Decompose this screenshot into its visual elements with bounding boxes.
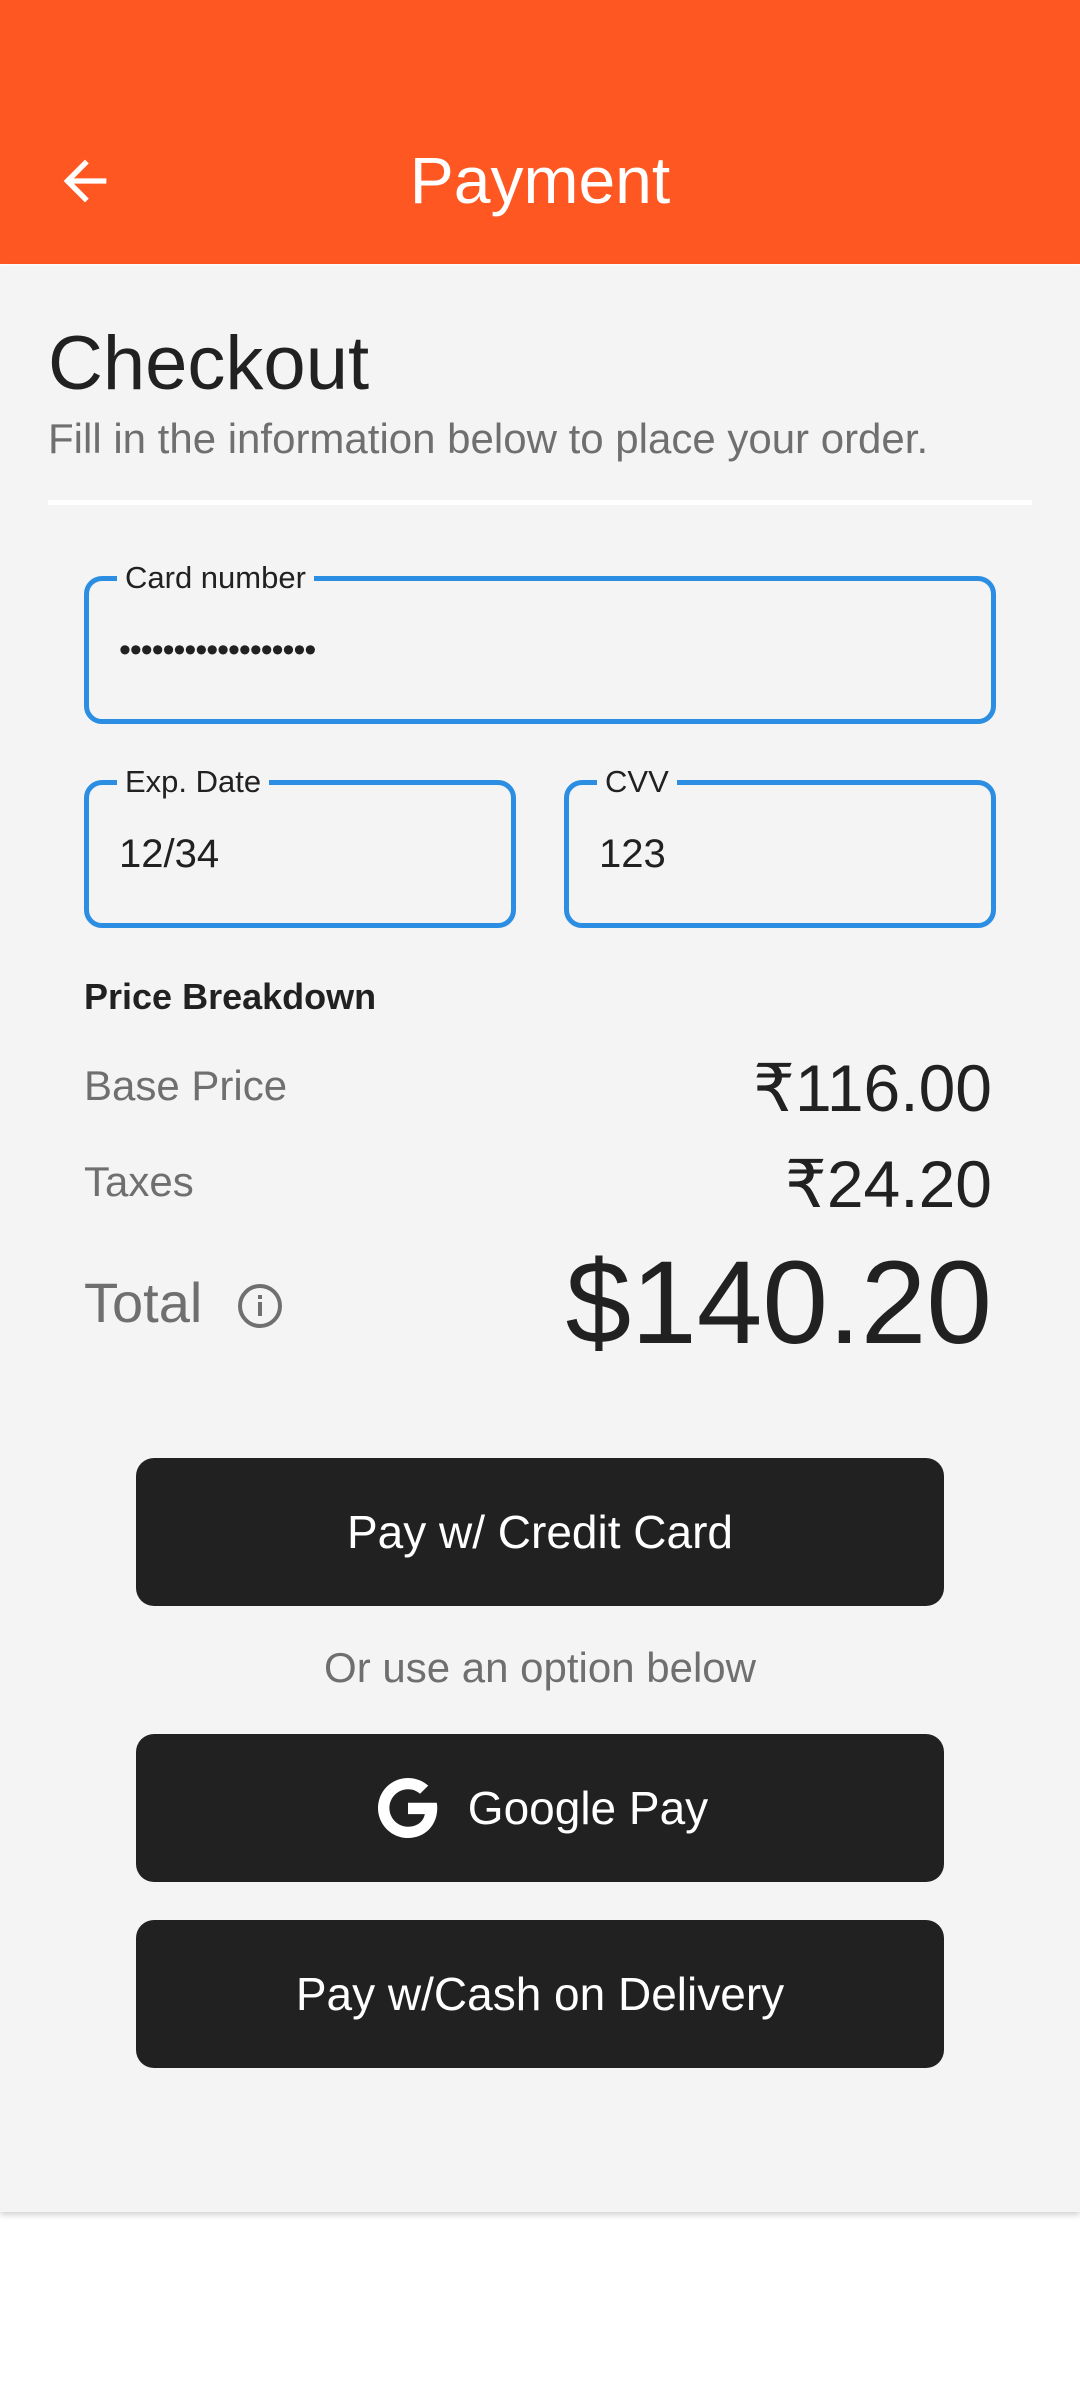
google-pay-label: Google Pay [467,1782,709,1834]
exp-date-field[interactable]: Exp. Date 12/34 [84,765,516,928]
cvv-value: 123 [599,831,666,876]
card-number-value: •••••••••••••••••• [119,630,316,669]
alt-options-text: Or use an option below [324,1644,756,1691]
divider [48,500,1032,505]
info-icon[interactable] [236,1282,284,1330]
taxes-label: Taxes [84,1158,194,1205]
total-label: Total [84,1271,203,1334]
pay-cash-on-delivery-button[interactable]: Pay w/Cash on Delivery [136,1920,944,2068]
base-price-value: ₹116.00 [753,1051,992,1125]
taxes-value: ₹24.20 [784,1147,992,1221]
app-bar: Payment [0,0,1080,264]
price-breakdown-title: Price Breakdown [84,976,377,1017]
base-price-label: Base Price [84,1062,288,1109]
cvv-field[interactable]: CVV 123 [564,765,996,928]
checkout-card: Checkout Fill in the information below t… [0,266,1080,2212]
pay-cash-on-delivery-label: Pay w/Cash on Delivery [295,1968,785,2020]
checkout-subtitle: Fill in the information below to place y… [48,415,929,462]
pay-credit-card-button[interactable]: Pay w/ Credit Card [136,1458,944,1606]
google-g-icon [377,1778,438,1838]
total-value: $140.20 [565,1237,992,1369]
card-number-field[interactable]: Card number •••••••••••••••••• [84,561,996,724]
pay-credit-card-label: Pay w/ Credit Card [346,1506,733,1558]
google-pay-button[interactable]: Google Pay [136,1734,944,1882]
exp-date-value: 12/34 [119,831,220,876]
app-bar-title: Payment [409,143,671,217]
checkout-title: Checkout [48,321,370,406]
